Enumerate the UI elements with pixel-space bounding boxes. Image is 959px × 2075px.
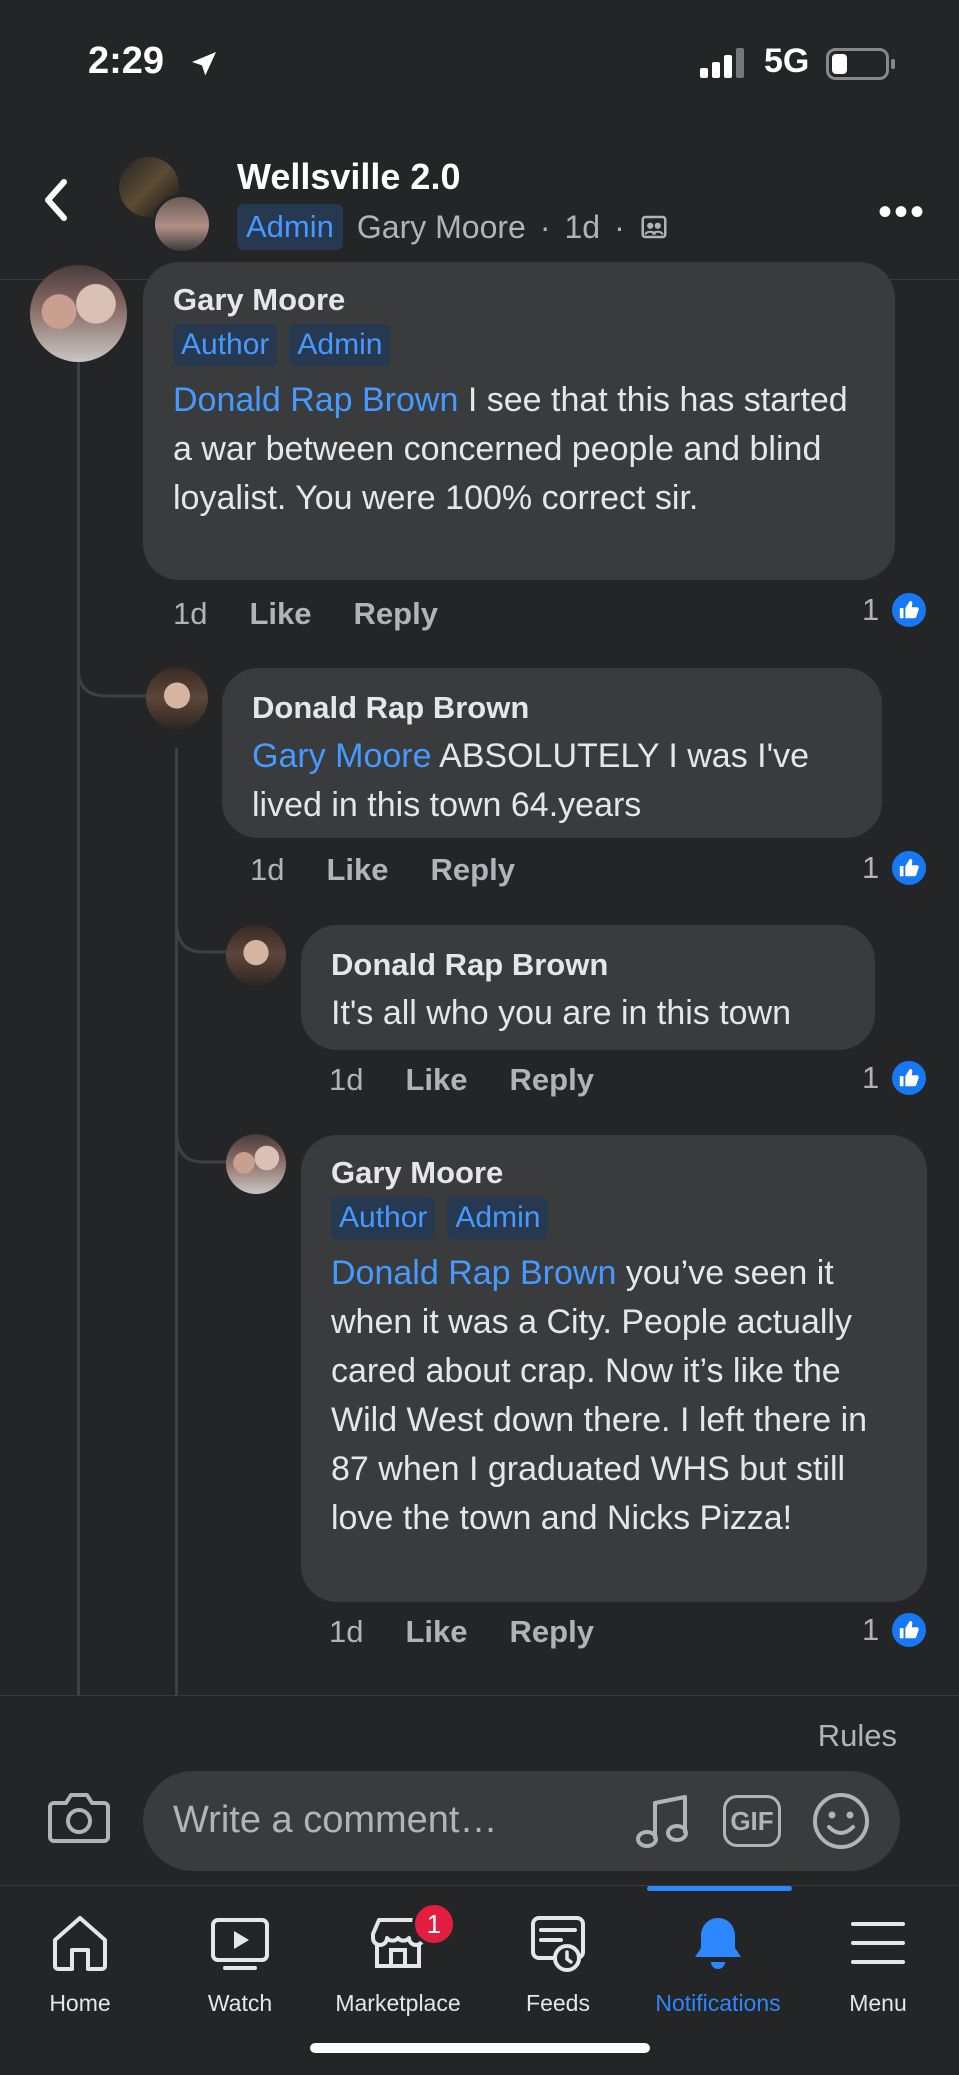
comment-bubble[interactable]: Donald Rap Brown Gary Moore ABSOLUTELY I… [222,668,882,838]
reaction-count[interactable]: 1 [862,1058,930,1098]
comment-text: It's all who you are in this town [331,994,792,1032]
tab-label: Home [49,1990,111,2016]
group-post-header: Wellsville 2.0 Admin Gary Moore · 1d · •… [0,130,959,280]
post-age[interactable]: 1d [564,209,600,246]
home-icon [53,1916,107,1971]
battery-icon [826,48,895,80]
comment-badges: Author Admin [331,1197,897,1239]
comment-author[interactable]: Donald Rap Brown [252,690,852,726]
location-arrow-icon [192,52,216,76]
avatar[interactable] [226,925,286,985]
network-type: 5G [764,42,810,80]
comment-input[interactable] [173,1799,613,1842]
menu-icon [851,1922,905,1964]
mention-link[interactable]: Donald Rap Brown [173,381,458,419]
back-chevron-icon[interactable] [38,172,74,228]
meta-separator: · [539,208,551,245]
comment-time[interactable]: 1d [329,1062,363,1098]
notification-count-badge: 1 [412,1902,456,1946]
comment-composer: Rules GIF [0,1695,959,1885]
thread-line [77,362,80,1695]
author-badge: Author [173,324,278,366]
watch-icon [211,1918,269,1970]
avatar[interactable] [226,1134,286,1194]
like-button[interactable]: Like [405,1614,467,1650]
post-meta: Admin Gary Moore · 1d · [237,204,669,250]
members-audience-icon [641,215,667,239]
comment-time[interactable]: 1d [250,852,284,888]
meta-separator: · [614,208,625,245]
mention-link[interactable]: Gary Moore [252,737,432,775]
comment-actions: 1d Like Reply [329,1614,594,1650]
author-badge: Author [331,1197,436,1239]
comment-actions: 1d Like Reply [329,1062,594,1098]
comment-bubble[interactable]: Gary Moore Author Admin Donald Rap Brown… [143,262,895,580]
reply-button[interactable]: Reply [431,852,515,888]
avatar[interactable] [30,265,127,362]
tab-marketplace[interactable]: 1 Marketplace [318,1902,478,2017]
home-indicator[interactable] [310,2043,650,2053]
reaction-count[interactable]: 1 [862,848,930,888]
tab-label: Notifications [655,1990,781,2016]
comment-actions: 1d Like Reply [173,596,438,632]
emoji-smile-icon[interactable] [811,1791,871,1851]
reply-button[interactable]: Reply [510,1062,594,1098]
group-name[interactable]: Wellsville 2.0 [237,156,460,198]
status-time: 2:29 [88,40,165,82]
reply-button[interactable]: Reply [354,596,438,632]
tab-watch[interactable]: Watch [160,1908,320,2017]
reaction-count[interactable]: 1 [862,1610,930,1650]
comment-bubble[interactable]: Gary Moore Author Admin Donald Rap Brown… [301,1135,927,1602]
like-button[interactable]: Like [326,852,388,888]
comment-bubble[interactable]: Donald Rap Brown It's all who you are in… [301,925,875,1050]
tab-notifications[interactable]: Notifications [638,1908,798,2017]
tab-label: Watch [207,1990,273,2016]
admin-badge: Admin [447,1197,549,1239]
comment-input-container[interactable]: GIF [143,1771,900,1871]
reply-button[interactable]: Reply [510,1614,594,1650]
thumbs-up-icon [889,1058,930,1098]
rules-link[interactable]: Rules [818,1718,897,1754]
comment-author[interactable]: Gary Moore [331,1155,897,1191]
tab-menu[interactable]: Menu [798,1908,958,2017]
thumbs-up-icon [889,848,930,888]
comment-time[interactable]: 1d [173,596,207,632]
cellular-signal-icon [700,48,744,78]
admin-badge: Admin [289,324,391,366]
camera-icon[interactable] [48,1791,110,1845]
comment-text: Donald Rap Brown I see that this has sta… [173,381,848,517]
more-options-button[interactable]: ••• [878,190,926,235]
admin-badge: Admin [237,204,343,250]
status-bar: 2:29 5G [0,0,959,120]
comment-author[interactable]: Donald Rap Brown [331,947,845,983]
comment-badges: Author Admin [173,324,865,366]
comment-text: Donald Rap Brown you’ve seen it when it … [331,1254,868,1537]
music-note-icon[interactable] [635,1793,691,1851]
reaction-count[interactable]: 1 [862,590,930,630]
avatar[interactable] [146,667,208,729]
comment-text: Gary Moore ABSOLUTELY I was I've lived i… [252,737,810,824]
active-tab-indicator [647,1886,792,1891]
mention-link[interactable]: Donald Rap Brown [331,1254,616,1292]
thumbs-up-icon [889,590,930,630]
feeds-icon [531,1916,585,1972]
thread-line [175,748,178,1695]
thread-branch [77,640,147,698]
comment-time[interactable]: 1d [329,1614,363,1650]
thumbs-up-icon [889,1610,930,1650]
author-avatar [152,194,212,254]
post-author[interactable]: Gary Moore [357,209,526,246]
tab-feeds[interactable]: Feeds [478,1908,638,2017]
comment-author[interactable]: Gary Moore [173,282,865,318]
tab-label: Feeds [526,1990,590,2016]
comment-actions: 1d Like Reply [250,852,515,888]
bell-icon [695,1918,741,1969]
tab-label: Menu [849,1990,907,2016]
gif-button[interactable]: GIF [723,1795,781,1847]
tab-label: Marketplace [335,1990,461,2016]
like-button[interactable]: Like [405,1062,467,1098]
tab-home[interactable]: Home [0,1908,160,2017]
like-button[interactable]: Like [249,596,311,632]
group-avatar[interactable] [116,154,212,254]
